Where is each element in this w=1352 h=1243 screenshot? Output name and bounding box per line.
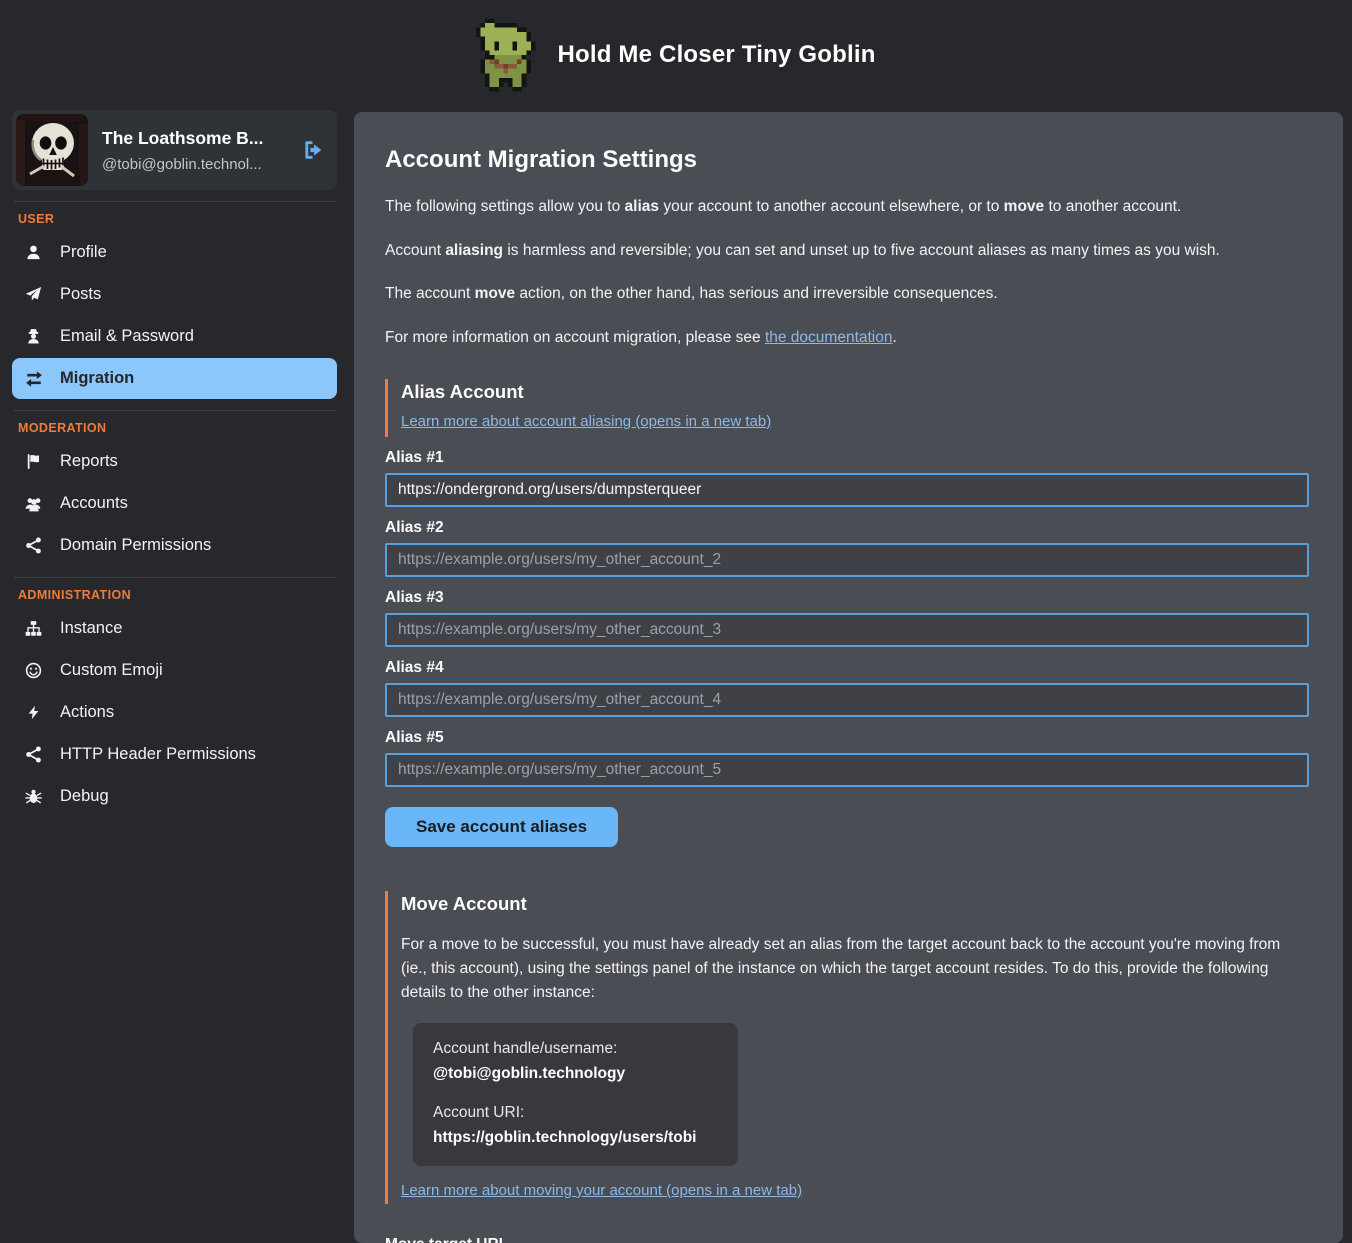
sidebar-item-label: Actions: [60, 703, 114, 722]
sidebar-item-custom-emoji[interactable]: Custom Emoji: [12, 650, 337, 691]
user-display-name: The Loathsome B...: [102, 128, 301, 149]
alias-account-section-header: Alias Account Learn more about account a…: [385, 379, 1309, 437]
account-details-card: Account handle/username: @tobi@goblin.te…: [413, 1023, 738, 1166]
sidebar-item-accounts[interactable]: Accounts: [12, 483, 337, 524]
documentation-link[interactable]: the documentation: [765, 329, 893, 346]
sidebar-item-label: Debug: [60, 787, 109, 806]
goblin-logo-icon: [476, 18, 540, 92]
paper-plane-icon: [24, 286, 43, 303]
sidebar-item-profile[interactable]: Profile: [12, 232, 337, 273]
text: .: [893, 329, 897, 346]
move-section-title: Move Account: [401, 893, 1309, 915]
sidebar-item-actions[interactable]: Actions: [12, 692, 337, 733]
bolt-icon: [24, 705, 43, 720]
app-title: Hold Me Closer Tiny Goblin: [557, 41, 875, 69]
alias-3-input[interactable]: [385, 613, 1309, 647]
alias-section-title: Alias Account: [401, 381, 1309, 403]
alias-4-input[interactable]: [385, 683, 1309, 717]
text: action, on the other hand, has serious a…: [515, 285, 998, 302]
sidebar-item-domain-permissions[interactable]: Domain Permissions: [12, 525, 337, 566]
app-header: Hold Me Closer Tiny Goblin: [0, 0, 1352, 110]
sidebar-item-label: Accounts: [60, 494, 128, 513]
bold-text: move: [475, 285, 516, 302]
divider: [14, 410, 335, 411]
account-uri-value: https://goblin.technology/users/tobi: [433, 1129, 718, 1147]
move-learn-more-link[interactable]: Learn more about moving your account (op…: [401, 1182, 802, 1199]
text: your account to another account elsewher…: [659, 198, 1004, 215]
skull-avatar-image: [16, 114, 88, 186]
sidebar-item-label: Posts: [60, 285, 101, 304]
alias-5-label: Alias #5: [385, 729, 1309, 747]
page-title: Account Migration Settings: [385, 146, 1309, 174]
sidebar: The Loathsome B... @tobi@goblin.technol.…: [12, 110, 337, 818]
divider: [14, 577, 335, 578]
account-uri-label: Account URI:: [433, 1104, 718, 1122]
user-secret-icon: [24, 328, 43, 345]
bold-text: aliasing: [445, 242, 503, 259]
alias-2-input[interactable]: [385, 543, 1309, 577]
sidebar-item-migration[interactable]: Migration: [12, 358, 337, 399]
sidebar-item-debug[interactable]: Debug: [12, 776, 337, 817]
intro-paragraph-1: The following settings allow you to alia…: [385, 196, 1309, 218]
alias-1-input[interactable]: [385, 473, 1309, 507]
alias-5-input[interactable]: [385, 753, 1309, 787]
user-info: The Loathsome B... @tobi@goblin.technol.…: [102, 128, 301, 173]
user-card: The Loathsome B... @tobi@goblin.technol.…: [12, 110, 337, 190]
sign-out-icon[interactable]: [301, 138, 325, 162]
users-icon: [24, 495, 43, 513]
text: Account: [385, 242, 445, 259]
alias-2-label: Alias #2: [385, 519, 1309, 537]
sidebar-item-label: Email & Password: [60, 327, 194, 346]
alias-form: Alias #1 Alias #2 Alias #3 Alias #4 Alia…: [385, 449, 1309, 847]
account-handle-label: Account handle/username:: [433, 1040, 718, 1058]
alias-learn-more-link[interactable]: Learn more about account aliasing (opens…: [401, 413, 771, 430]
divider: [14, 201, 335, 202]
move-target-uri-label: Move target URI: [385, 1236, 1309, 1243]
main-panel: Account Migration Settings The following…: [354, 112, 1343, 1243]
section-label-administration: ADMINISTRATION: [18, 588, 331, 602]
avatar[interactable]: [16, 114, 88, 186]
sidebar-item-instance[interactable]: Instance: [12, 608, 337, 649]
sidebar-item-label: Custom Emoji: [60, 661, 163, 680]
text: The following settings allow you to: [385, 198, 625, 215]
smiley-icon: [24, 662, 43, 679]
sidebar-item-label: Instance: [60, 619, 122, 638]
intro-paragraph-4: For more information on account migratio…: [385, 327, 1309, 349]
user-icon: [24, 244, 43, 261]
section-label-user: USER: [18, 212, 331, 226]
save-account-aliases-button[interactable]: Save account aliases: [385, 807, 618, 847]
move-account-section: Move Account For a move to be successful…: [385, 891, 1309, 1204]
sidebar-item-reports[interactable]: Reports: [12, 441, 337, 482]
text: is harmless and reversible; you can set …: [503, 242, 1220, 259]
flag-icon: [24, 453, 43, 470]
text: The account: [385, 285, 475, 302]
sidebar-item-label: Migration: [60, 369, 134, 388]
sidebar-item-http-header-permissions[interactable]: HTTP Header Permissions: [12, 734, 337, 775]
exchange-arrows-icon: [24, 370, 43, 388]
sidebar-item-label: Reports: [60, 452, 118, 471]
alias-3-label: Alias #3: [385, 589, 1309, 607]
sitemap-icon: [24, 620, 43, 637]
bold-text: alias: [625, 198, 659, 215]
alias-1-label: Alias #1: [385, 449, 1309, 467]
move-section-body: For a move to be successful, you must ha…: [401, 933, 1281, 1005]
section-label-moderation: MODERATION: [18, 421, 331, 435]
sidebar-item-label: Profile: [60, 243, 107, 262]
alias-4-label: Alias #4: [385, 659, 1309, 677]
bug-icon: [24, 788, 43, 805]
text: For more information on account migratio…: [385, 329, 765, 346]
share-nodes-icon: [24, 746, 43, 763]
sidebar-item-email-password[interactable]: Email & Password: [12, 316, 337, 357]
bold-text: move: [1004, 198, 1045, 215]
sidebar-item-posts[interactable]: Posts: [12, 274, 337, 315]
share-nodes-icon: [24, 537, 43, 554]
intro-paragraph-3: The account move action, on the other ha…: [385, 283, 1309, 305]
sidebar-item-label: HTTP Header Permissions: [60, 745, 256, 764]
intro-paragraph-2: Account aliasing is harmless and reversi…: [385, 240, 1309, 262]
account-handle-value: @tobi@goblin.technology: [433, 1065, 718, 1083]
text: to another account.: [1044, 198, 1181, 215]
user-handle: @tobi@goblin.technol...: [102, 156, 301, 173]
sidebar-item-label: Domain Permissions: [60, 536, 211, 555]
